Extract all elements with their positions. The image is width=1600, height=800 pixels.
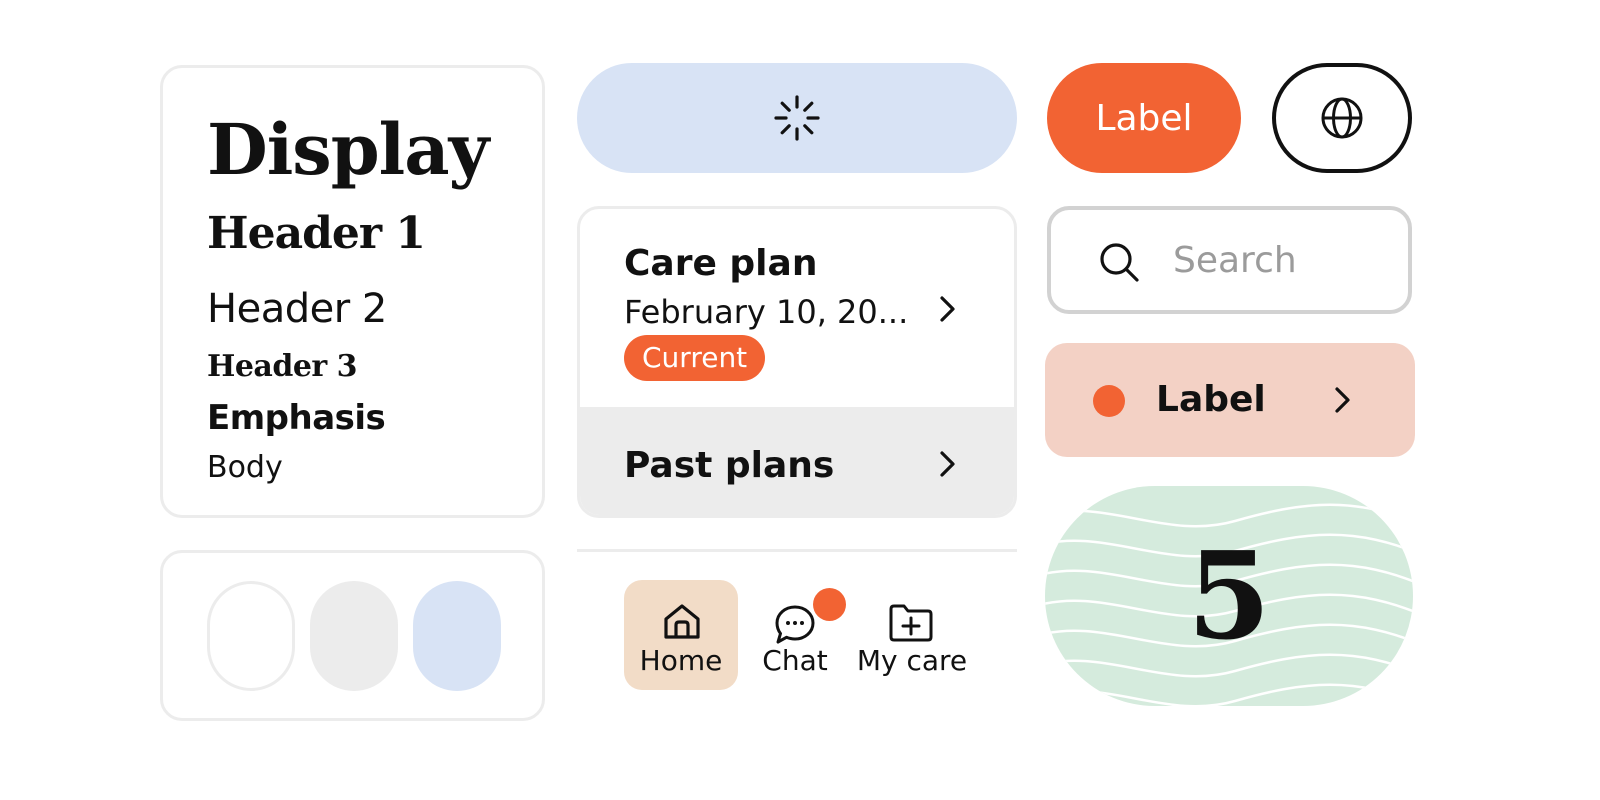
care-plan-title: Care plan	[624, 243, 818, 284]
search-icon	[1100, 243, 1139, 282]
swatch-gray	[310, 581, 398, 691]
home-icon	[664, 604, 700, 639]
counter-value: 5	[1187, 525, 1271, 667]
spinner-icon	[774, 95, 820, 141]
primary-label-button[interactable]: Label	[1047, 63, 1241, 173]
label-list-item[interactable]: Label	[1045, 343, 1415, 457]
emphasis-text: Emphasis	[207, 398, 386, 438]
header-1-text: Header 1	[207, 208, 426, 259]
nav-label-my-care: My care	[856, 644, 968, 677]
nav-item-my-care[interactable]: My care	[852, 580, 972, 690]
past-plans-label: Past plans	[624, 445, 835, 486]
typography-card: Display Header 1 Header 2 Header 3 Empha…	[160, 65, 545, 518]
care-plan-row[interactable]: Care plan February 10, 20... Current	[580, 209, 1014, 407]
swatch-white	[207, 581, 295, 691]
care-plan-date: February 10, 20...	[624, 293, 909, 331]
care-plan-card: Care plan February 10, 20... Current Pas…	[577, 206, 1017, 518]
body-text: Body	[207, 450, 283, 485]
swatch-card	[160, 550, 545, 721]
list-item-label: Label	[1156, 379, 1266, 420]
chevron-right-icon	[1335, 387, 1350, 413]
notification-dot	[813, 588, 846, 621]
header-3-text: Header 3	[207, 349, 358, 384]
globe-button[interactable]	[1272, 63, 1412, 173]
counter-badge: 5	[1045, 486, 1413, 706]
display-text: Display	[207, 108, 489, 191]
loading-button[interactable]	[577, 63, 1017, 173]
header-2-text: Header 2	[207, 286, 387, 332]
chat-icon	[775, 605, 815, 644]
globe-icon	[1321, 97, 1363, 139]
chevron-right-icon	[940, 451, 955, 477]
chevron-right-icon	[940, 296, 955, 322]
search-placeholder: Search	[1173, 240, 1297, 281]
nav-item-home[interactable]: Home	[624, 580, 738, 690]
past-plans-row[interactable]: Past plans	[580, 407, 1014, 515]
primary-button-label: Label	[1095, 97, 1193, 139]
folder-plus-icon	[889, 604, 933, 642]
swatch-blue	[413, 581, 501, 691]
nav-divider	[577, 549, 1017, 552]
status-dot	[1093, 385, 1125, 417]
nav-label-chat: Chat	[762, 644, 828, 677]
search-input[interactable]: Search	[1047, 206, 1412, 314]
nav-label-home: Home	[639, 644, 723, 677]
status-badge: Current	[624, 335, 766, 381]
